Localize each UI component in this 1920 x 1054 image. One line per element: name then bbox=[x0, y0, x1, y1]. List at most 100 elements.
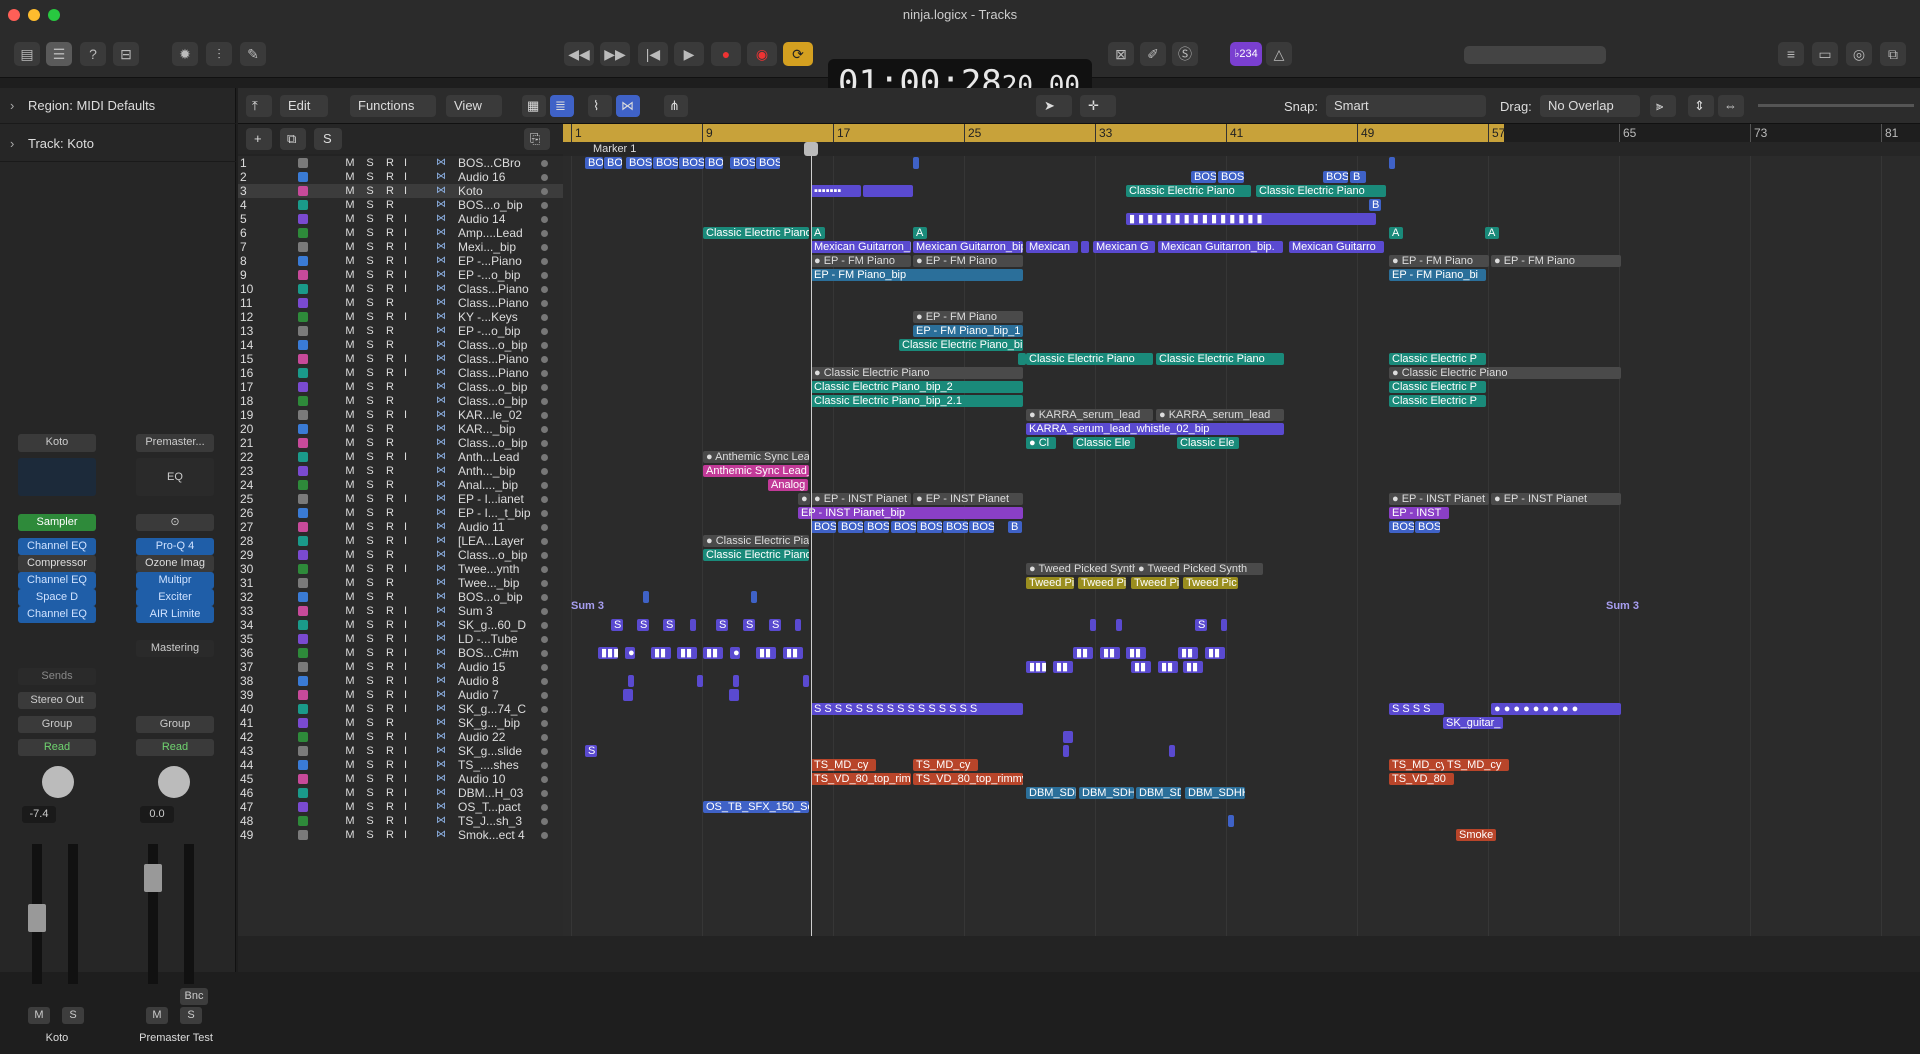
record-enable-button[interactable]: R bbox=[380, 716, 400, 730]
horizontal-zoom-slider[interactable] bbox=[1834, 104, 1914, 107]
track-header[interactable]: 5 M S R I ⋈ Audio 14 bbox=[238, 212, 563, 226]
region[interactable]: A bbox=[913, 227, 927, 239]
track-header[interactable]: 6 M S R I ⋈ Amp....Lead bbox=[238, 226, 563, 240]
region[interactable]: Mexican Guitarron_bip bbox=[811, 241, 911, 253]
flex-icon[interactable]: ⋈ bbox=[434, 493, 448, 505]
playhead[interactable] bbox=[811, 156, 812, 936]
track-on-off-button[interactable] bbox=[541, 510, 548, 517]
solo-button[interactable]: S bbox=[360, 478, 380, 492]
track-header[interactable]: 45 M S R I ⋈ Audio 10 bbox=[238, 772, 563, 786]
ruler-bar-label[interactable]: 65 bbox=[1619, 124, 1636, 142]
region[interactable]: B bbox=[1350, 171, 1366, 183]
region[interactable]: Mexican bbox=[1026, 241, 1078, 253]
region[interactable]: ● ● ● ● ● ● ● ● ● bbox=[1491, 703, 1621, 715]
solo-button[interactable]: S bbox=[360, 688, 380, 702]
region[interactable]: ▮▮ bbox=[1131, 661, 1151, 673]
region-inspector-header[interactable]: › Region: MIDI Defaults bbox=[0, 88, 236, 124]
solo-button[interactable]: S bbox=[180, 1007, 202, 1024]
input-monitor-button[interactable]: I bbox=[404, 212, 418, 226]
sends-slot[interactable]: Sends bbox=[18, 668, 96, 685]
region[interactable]: Classic Electric Piano bbox=[1026, 353, 1153, 365]
track-name[interactable]: Twee...ynth bbox=[458, 562, 542, 576]
region[interactable]: Anthemic Sync Lead_bi bbox=[703, 465, 809, 477]
mute-button[interactable]: M bbox=[340, 408, 360, 422]
ruler-bar-label[interactable]: 25 bbox=[964, 124, 981, 142]
input-monitor-button[interactable]: I bbox=[404, 534, 418, 548]
region[interactable]: ▮▮ bbox=[756, 647, 776, 659]
region[interactable]: BOS bbox=[811, 521, 836, 533]
flex-icon[interactable]: ⋈ bbox=[434, 759, 448, 771]
ruler-bar-label[interactable]: 1 bbox=[571, 124, 582, 142]
solo-button[interactable]: S bbox=[360, 786, 380, 800]
track-header[interactable]: 8 M S R I ⋈ EP -...Piano bbox=[238, 254, 563, 268]
pointer-tool-icon[interactable]: ➤ bbox=[1036, 95, 1072, 117]
region[interactable]: ● bbox=[625, 647, 635, 659]
region[interactable]: ▮▮ bbox=[1053, 661, 1073, 673]
track-header[interactable]: 32 M S R ⋈ BOS...o_bip bbox=[238, 590, 563, 604]
solo-button[interactable]: S bbox=[360, 534, 380, 548]
track-on-off-button[interactable] bbox=[541, 440, 548, 447]
mute-button[interactable]: M bbox=[340, 576, 360, 590]
minimize-window-button[interactable] bbox=[28, 9, 40, 21]
mute-button[interactable]: M bbox=[340, 436, 360, 450]
region[interactable]: S bbox=[611, 619, 623, 631]
track-name[interactable]: EP -...o_bip bbox=[458, 268, 542, 282]
solo-button[interactable]: S bbox=[360, 548, 380, 562]
region[interactable]: Mexican Guitarro bbox=[1289, 241, 1384, 253]
flex-icon[interactable]: ⋈ bbox=[434, 661, 448, 673]
input-monitor-button[interactable]: I bbox=[404, 814, 418, 828]
region[interactable]: S bbox=[637, 619, 649, 631]
record-enable-button[interactable]: R bbox=[380, 744, 400, 758]
track-on-off-button[interactable] bbox=[541, 594, 548, 601]
record-enable-button[interactable]: R bbox=[380, 702, 400, 716]
record-enable-button[interactable]: R bbox=[380, 660, 400, 674]
region[interactable]: Classic Electric Piano bbox=[703, 227, 809, 239]
region[interactable] bbox=[1063, 745, 1069, 757]
solo-button[interactable]: S bbox=[360, 380, 380, 394]
record-enable-button[interactable]: R bbox=[380, 170, 400, 184]
track-header[interactable]: 44 M S R I ⋈ TS_....shes bbox=[238, 758, 563, 772]
region[interactable]: ● EP - INST Pianet bbox=[811, 493, 911, 505]
solo-button[interactable]: S bbox=[360, 156, 380, 170]
mute-button[interactable]: M bbox=[340, 828, 360, 842]
track-name[interactable]: KAR..._bip bbox=[458, 422, 542, 436]
mute-button[interactable]: M bbox=[340, 226, 360, 240]
record-enable-button[interactable]: R bbox=[380, 184, 400, 198]
solo-button[interactable]: S bbox=[360, 674, 380, 688]
flex-icon[interactable]: ⋈ bbox=[434, 773, 448, 785]
track-header[interactable]: 18 M S R ⋈ Class...o_bip bbox=[238, 394, 563, 408]
track-name[interactable]: BOS...o_bip bbox=[458, 198, 542, 212]
record-enable-button[interactable]: R bbox=[380, 310, 400, 324]
record-enable-button[interactable]: R bbox=[380, 352, 400, 366]
solo-button[interactable]: S bbox=[360, 254, 380, 268]
track-on-off-button[interactable] bbox=[541, 636, 548, 643]
flex-icon[interactable]: ⋈ bbox=[434, 353, 448, 365]
solo-button[interactable]: S bbox=[360, 758, 380, 772]
record-enable-button[interactable]: R bbox=[380, 380, 400, 394]
inspector-icon[interactable]: ☰ bbox=[46, 42, 72, 66]
toolbar-icon[interactable]: ⊟ bbox=[113, 42, 139, 66]
input-monitor-button[interactable]: I bbox=[404, 170, 418, 184]
flex-icon[interactable]: ⋈ bbox=[434, 591, 448, 603]
record-enable-button[interactable]: R bbox=[380, 198, 400, 212]
track-header[interactable]: 40 M S R I ⋈ SK_g...74_C bbox=[238, 702, 563, 716]
solo-button[interactable]: S bbox=[360, 212, 380, 226]
solo-button[interactable]: S bbox=[360, 464, 380, 478]
region[interactable]: A bbox=[811, 227, 825, 239]
mute-button[interactable]: M bbox=[340, 282, 360, 296]
region[interactable]: S bbox=[769, 619, 781, 631]
track-header[interactable]: 4 M S R ⋈ BOS...o_bip bbox=[238, 198, 563, 212]
region[interactable]: Tweed Pi bbox=[1026, 577, 1074, 589]
record-enable-button[interactable]: R bbox=[380, 422, 400, 436]
record-enable-button[interactable]: R bbox=[380, 240, 400, 254]
region[interactable]: Classic Electric P bbox=[1389, 395, 1486, 407]
channel-name[interactable]: Premaster... bbox=[136, 434, 214, 452]
region[interactable]: ● EP - FM Piano bbox=[913, 311, 1023, 323]
region[interactable]: BOS bbox=[1389, 521, 1414, 533]
input-monitor-button[interactable]: I bbox=[404, 660, 418, 674]
flex-icon[interactable]: ⋈ bbox=[434, 423, 448, 435]
solo-button[interactable]: S bbox=[360, 828, 380, 842]
region[interactable]: BOS bbox=[943, 521, 968, 533]
track-on-off-button[interactable] bbox=[541, 272, 548, 279]
flex-icon[interactable]: ⋈ bbox=[434, 563, 448, 575]
